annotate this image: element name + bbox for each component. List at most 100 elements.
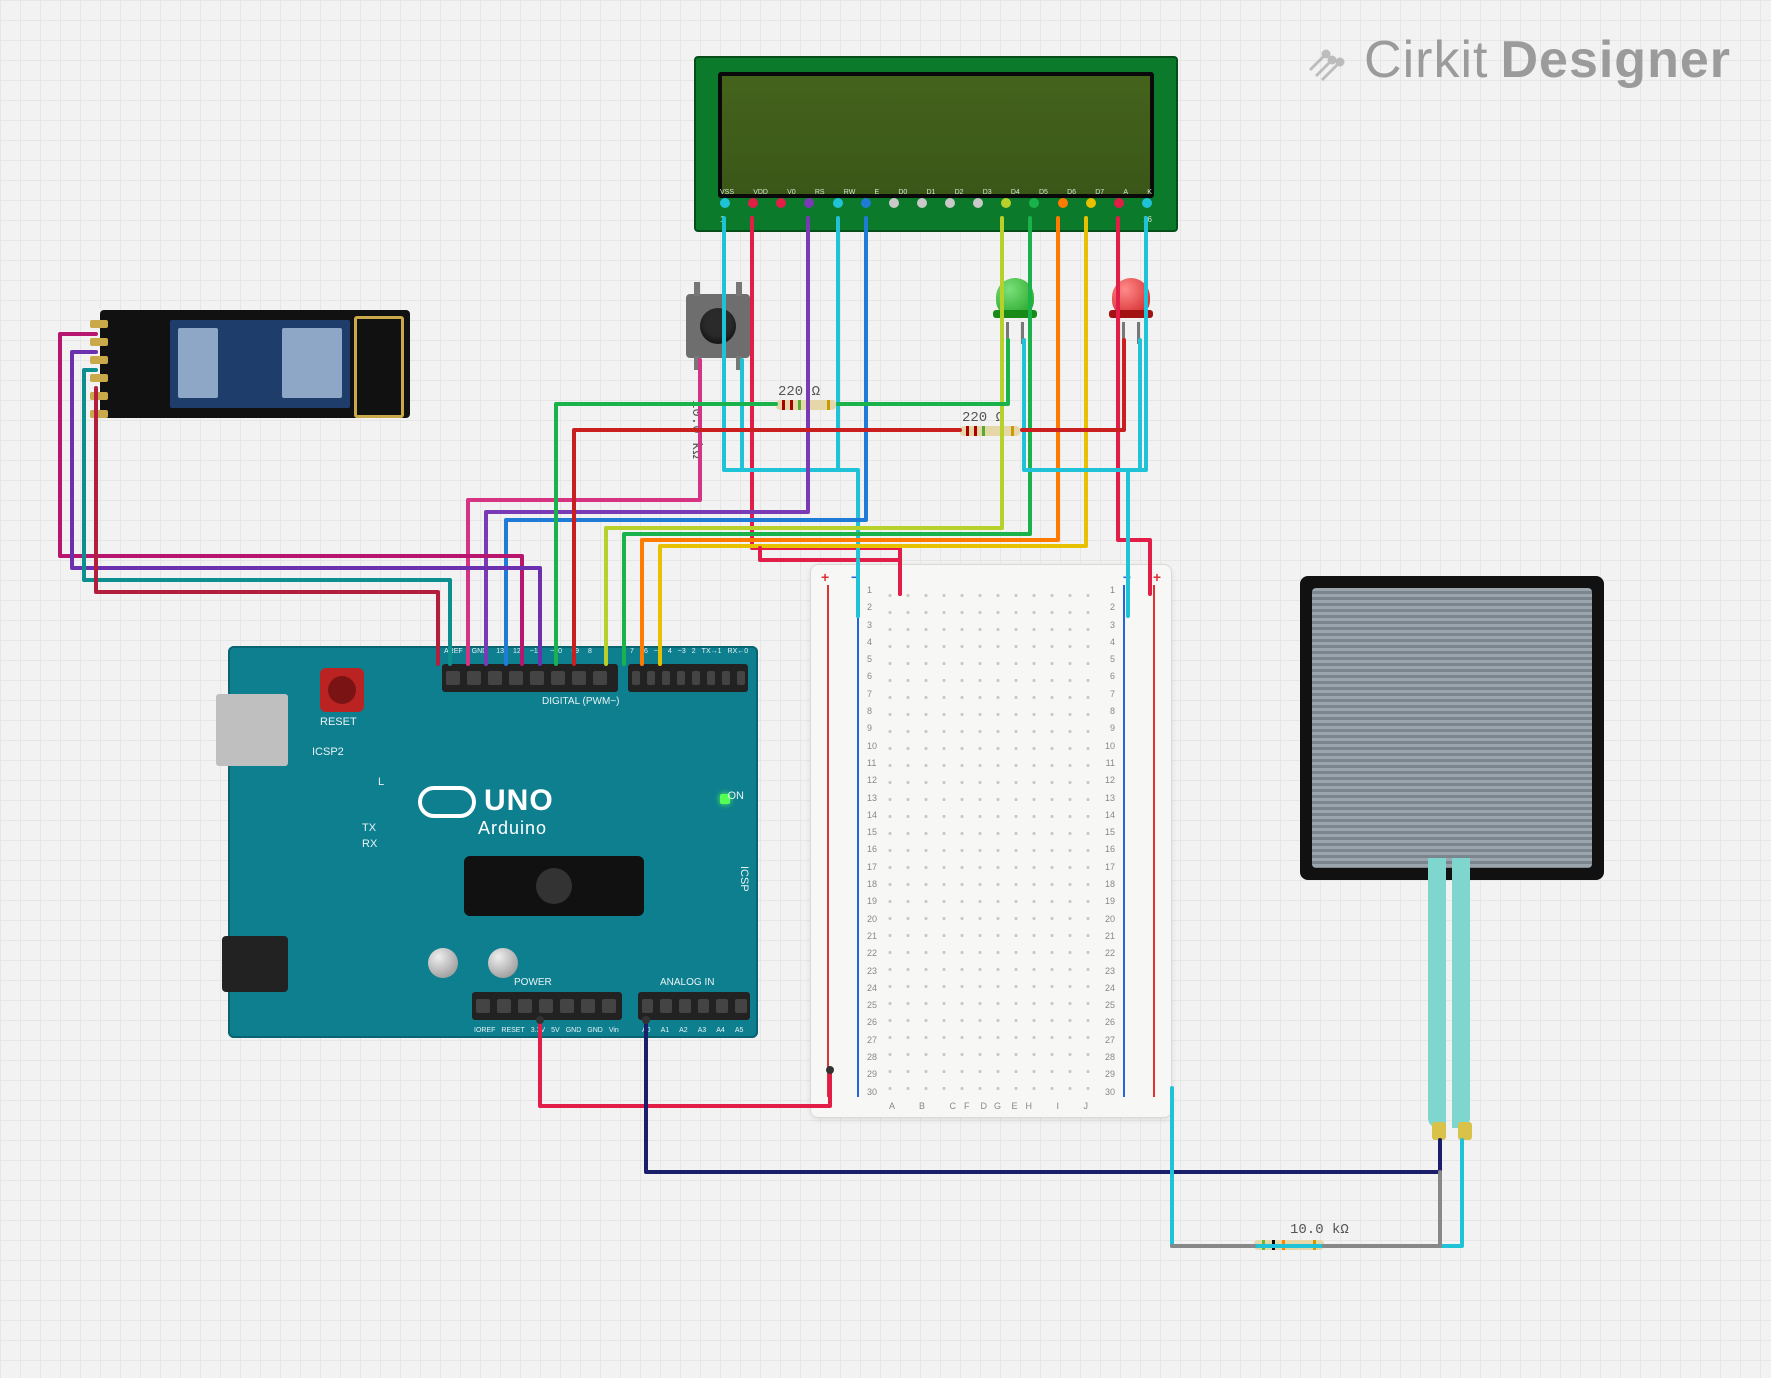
led-red[interactable] (1112, 278, 1150, 326)
breadboard-row-num: 30 (1105, 1087, 1115, 1097)
arduino-l-label: L (378, 776, 384, 788)
lcd-pin-vss[interactable] (720, 198, 730, 208)
lcd-pin-rw[interactable] (833, 198, 843, 208)
breadboard-row-num: 25 (1105, 1000, 1115, 1010)
lcd-pin-rs[interactable] (804, 198, 814, 208)
bluetooth-hm10[interactable] (100, 310, 410, 418)
lcd-pin-d1[interactable] (917, 198, 927, 208)
breadboard[interactable]: 1234567891011121314151617181920212223242… (810, 564, 1172, 1118)
arduino-header-analog[interactable] (638, 992, 750, 1020)
lcd-pin-d6[interactable] (1058, 198, 1068, 208)
breadboard-row-num: 5 (867, 654, 877, 664)
lcd-pin-a[interactable] (1114, 198, 1124, 208)
arduino-pin-label: IOREF (474, 1027, 495, 1034)
breadboard-row-num: 24 (1105, 983, 1115, 993)
breadboard-row-num: 19 (867, 896, 877, 906)
breadboard-row-num: 4 (867, 637, 877, 647)
breadboard-row-num: 9 (867, 723, 877, 733)
breadboard-row-num: 30 (867, 1087, 877, 1097)
breadboard-row-num: 3 (867, 620, 877, 630)
lcd-pin-d4[interactable] (1001, 198, 1011, 208)
resistor-red[interactable] (960, 426, 1020, 436)
breadboard-row-num: 21 (1105, 931, 1115, 941)
fsr-pad (1312, 588, 1592, 868)
arduino-header-digital-left[interactable] (442, 664, 618, 692)
breadboard-row-num: 8 (1105, 706, 1115, 716)
arduino-pin-label: A0 (642, 1027, 651, 1034)
breadboard-row-num: 8 (867, 706, 877, 716)
arduino-pin-label: 5V (551, 1027, 560, 1034)
lcd-pin-d5[interactable] (1029, 198, 1039, 208)
arduino-digital-left-labels: AREFGND1312~11~10~98 (444, 648, 592, 655)
breadboard-row-num: 2 (867, 602, 877, 612)
breadboard-row-num: 11 (867, 758, 877, 768)
lcd-pin-label: D4 (1011, 189, 1020, 196)
lcd-pin-k[interactable] (1142, 198, 1152, 208)
lcd-pin-label: A (1123, 189, 1128, 196)
pushbutton[interactable] (686, 294, 750, 358)
lcd-pin-e[interactable] (861, 198, 871, 208)
breadboard-cols-right: F G H I J (964, 1101, 1099, 1111)
lcd-pin-v0[interactable] (776, 198, 786, 208)
force-sensor-fsr[interactable] (1300, 576, 1604, 880)
arduino-pin-label: AREF (444, 648, 463, 655)
lcd-pin-label: D2 (955, 189, 964, 196)
arduino-usb-port (216, 694, 288, 766)
breadboard-row-num: 25 (867, 1000, 877, 1010)
resistor-green[interactable] (776, 400, 836, 410)
breadboard-row-num: 29 (867, 1069, 877, 1079)
arduino-reset-label: RESET (320, 716, 357, 728)
breadboard-row-num: 28 (1105, 1052, 1115, 1062)
breadboard-row-num: 22 (1105, 948, 1115, 958)
arduino-header-power[interactable] (472, 992, 622, 1020)
lcd-16x2[interactable]: VSSVDDV0RSRWED0D1D2D3D4D5D6D7AK 1 16 (694, 56, 1178, 232)
breadboard-row-num: 24 (867, 983, 877, 993)
led-green[interactable] (996, 278, 1034, 326)
arduino-brand: Arduino (478, 818, 554, 839)
breadboard-row-num: 7 (1105, 689, 1115, 699)
lcd-pin-vdd[interactable] (748, 198, 758, 208)
lcd-pin-label: D3 (983, 189, 992, 196)
arduino-barrel-jack (222, 936, 288, 992)
breadboard-row-num: 6 (1105, 671, 1115, 681)
arduino-reset-button[interactable] (320, 668, 364, 712)
arduino-uno[interactable]: RESET ICSP2 DIGITAL (PWM~) AREFGND1312~1… (228, 646, 758, 1038)
lcd-pin-d3[interactable] (973, 198, 983, 208)
breadboard-row-num: 18 (1105, 879, 1115, 889)
lcd-pin-row (720, 198, 1152, 208)
arduino-pin-label: RESET (501, 1027, 524, 1034)
arduino-pin-label: GND (587, 1027, 603, 1034)
arduino-icsp2-label: ICSP2 (312, 746, 344, 758)
arduino-pin-label: 13 (496, 648, 504, 655)
arduino-pin-label: GND (566, 1027, 582, 1034)
arduino-pin-label: 12 (513, 648, 521, 655)
breadboard-minus-r: − (1123, 569, 1131, 585)
breadboard-row-num: 4 (1105, 637, 1115, 647)
breadboard-plus-r: + (1153, 569, 1161, 585)
breadboard-row-num: 18 (867, 879, 877, 889)
breadboard-row-numbers-right: 1234567891011121314151617181920212223242… (1105, 585, 1115, 1097)
breadboard-row-num: 21 (867, 931, 877, 941)
breadboard-row-num: 13 (867, 793, 877, 803)
resistor-fsr[interactable] (1254, 1240, 1324, 1250)
lcd-pin-d7[interactable] (1086, 198, 1096, 208)
arduino-tx-label: TX (362, 822, 376, 834)
resistor-red-label: 220 Ω (962, 410, 1004, 426)
arduino-header-digital-right[interactable] (628, 664, 748, 692)
lcd-pin-d2[interactable] (945, 198, 955, 208)
lcd-pin-label: V0 (787, 189, 796, 196)
arduino-on-label: ON (728, 790, 745, 802)
breadboard-row-num: 3 (1105, 620, 1115, 630)
arduino-pin-label: A1 (661, 1027, 670, 1034)
arduino-rx-label: RX (362, 838, 377, 850)
resistor-fsr-label: 10.0 kΩ (1290, 1222, 1349, 1238)
lcd-pin-numbers: 1 16 (720, 215, 1152, 224)
arduino-pin-label: 4 (668, 648, 672, 655)
breadboard-row-num: 7 (867, 689, 877, 699)
lcd-pin-label: D1 (926, 189, 935, 196)
lcd-pin-1: 1 (720, 215, 724, 224)
lcd-pin-d0[interactable] (889, 198, 899, 208)
arduino-pin-label: RX←0 (728, 648, 749, 655)
lcd-pin-label: D6 (1067, 189, 1076, 196)
watermark-icon (1304, 36, 1352, 84)
